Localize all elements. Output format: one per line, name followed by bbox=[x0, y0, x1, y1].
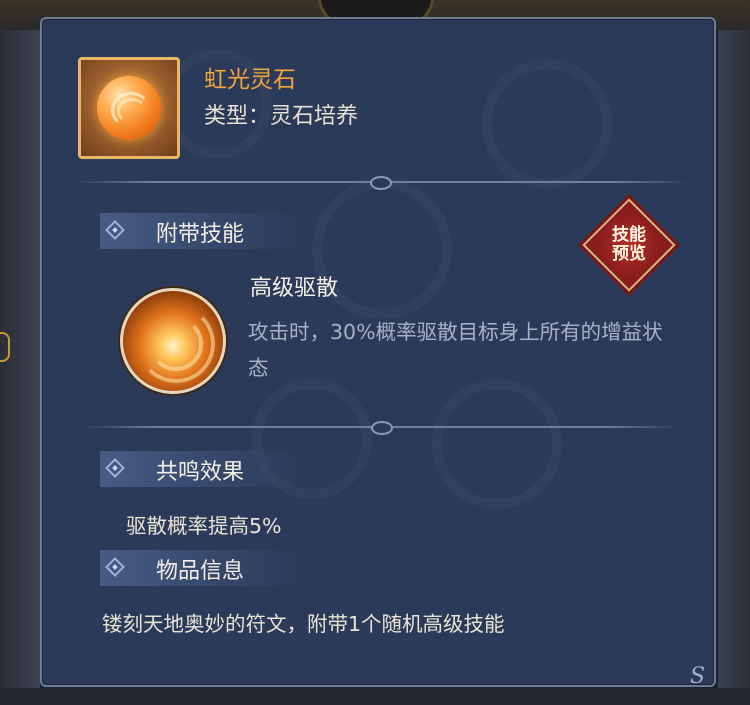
section-title: 附带技能 bbox=[156, 222, 245, 247]
resonance-effect-text: 驱散概率提高5% bbox=[126, 514, 282, 538]
skill-preview-label[interactable]: 技能 预览 bbox=[596, 212, 662, 278]
skill-preview-line-1: 技能 bbox=[612, 225, 646, 245]
background-bottom-bar bbox=[0, 688, 750, 705]
divider-knot bbox=[370, 176, 392, 190]
watermark-decoration bbox=[482, 59, 612, 189]
item-name: 虹光灵石 bbox=[204, 67, 296, 93]
background-gem-icon bbox=[0, 332, 10, 362]
section-header-resonance: 共鸣效果 bbox=[100, 451, 300, 487]
item-type: 类型：灵石培养 bbox=[204, 104, 359, 129]
diamond-icon bbox=[105, 557, 125, 577]
section-header-info: 物品信息 bbox=[100, 550, 300, 586]
orb-swirl bbox=[117, 98, 147, 124]
skill-preview-line-2: 预览 bbox=[612, 244, 646, 264]
section-header-skill: 附带技能 bbox=[100, 213, 300, 249]
divider-knot bbox=[371, 421, 393, 435]
watermark-decoration bbox=[432, 379, 562, 509]
skill-swirl-icon[interactable] bbox=[120, 288, 226, 394]
item-icon-frame bbox=[78, 57, 180, 159]
background-left-strip bbox=[0, 30, 40, 705]
item-info-text: 镂刻天地奥妙的符文，附带1个随机高级技能 bbox=[102, 612, 505, 636]
spirit-stone-icon bbox=[97, 76, 161, 140]
swirl-ring bbox=[149, 317, 203, 371]
section-title: 共鸣效果 bbox=[156, 460, 245, 485]
skill-name: 高级驱散 bbox=[250, 276, 339, 301]
diamond-icon bbox=[105, 458, 125, 478]
skill-description: 攻击时，30%概率驱散目标身上所有的增益状态 bbox=[248, 320, 663, 380]
background-right-strip bbox=[718, 30, 750, 705]
diamond-icon bbox=[105, 220, 125, 240]
corner-logo-mark: S bbox=[690, 664, 706, 689]
section-title: 物品信息 bbox=[156, 559, 245, 584]
